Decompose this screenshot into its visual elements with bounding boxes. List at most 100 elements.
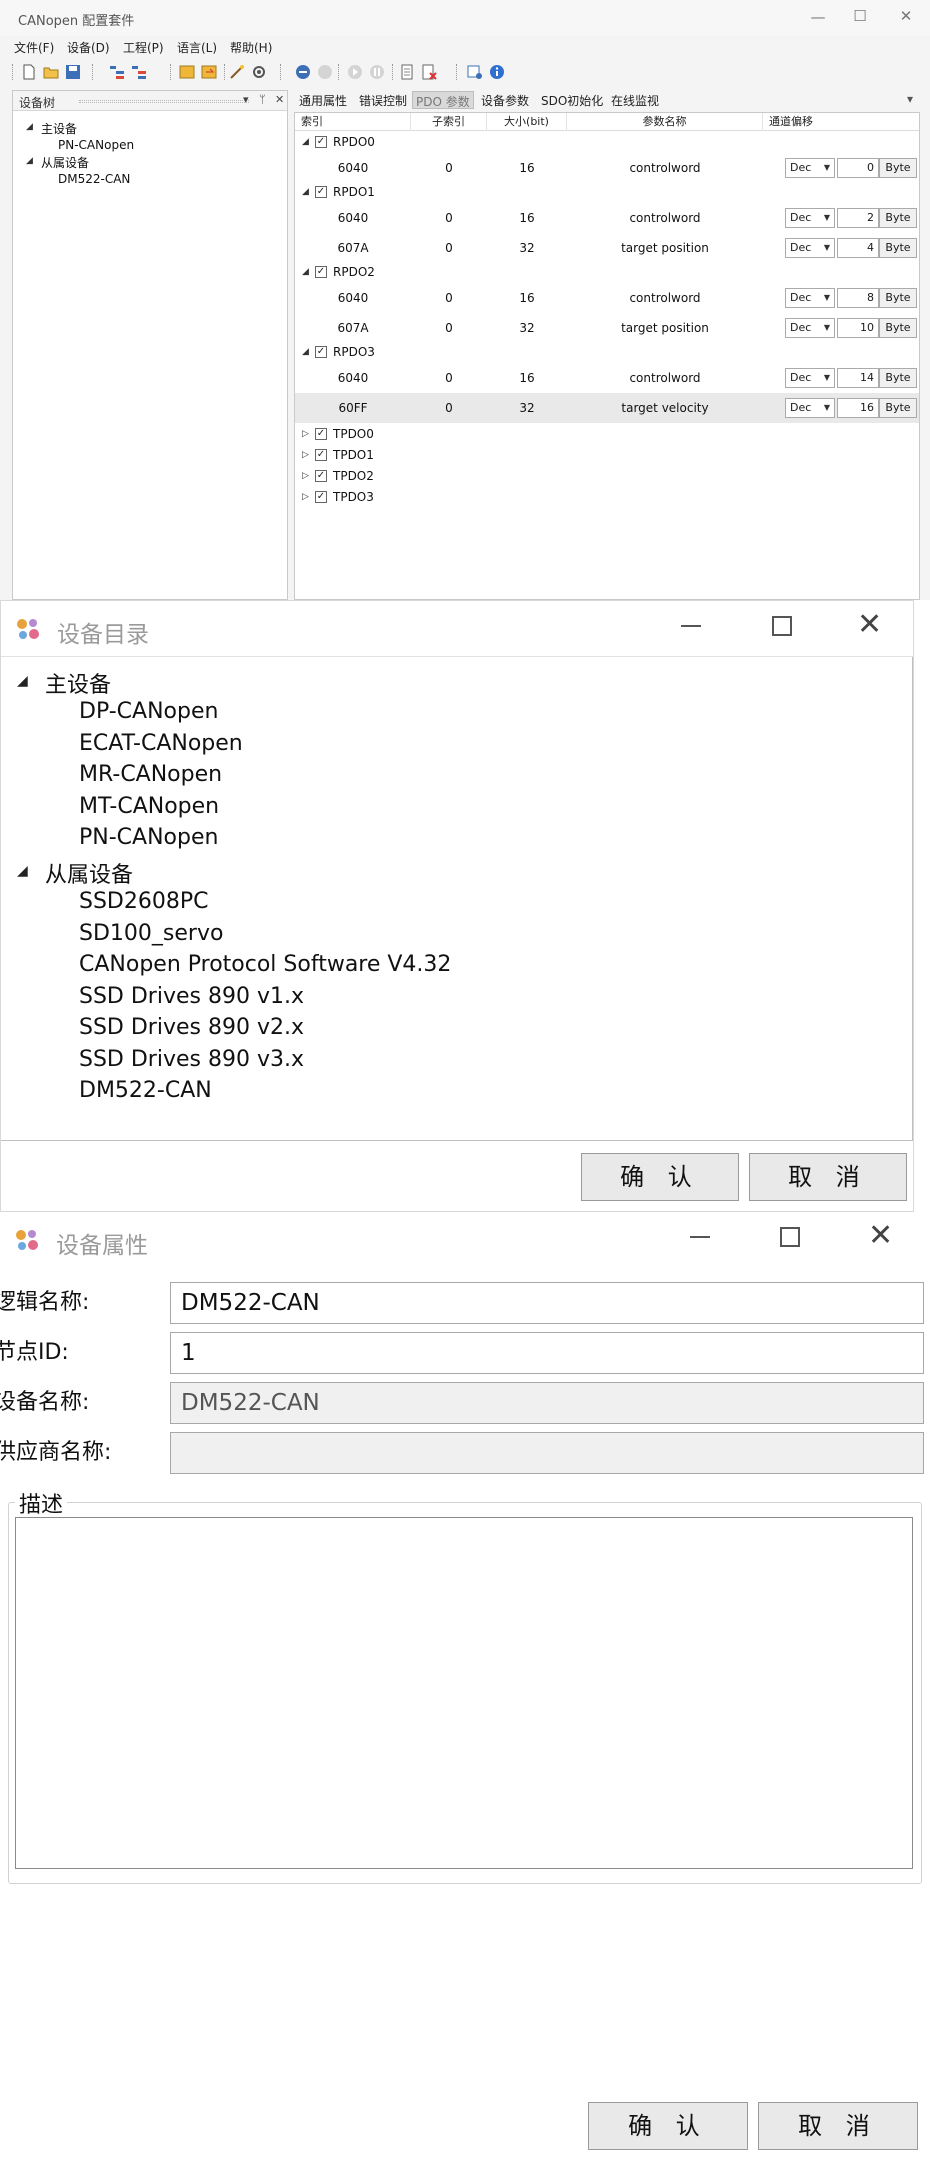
catalog-item[interactable]: SD100_servo	[79, 921, 223, 946]
tree-expand-icon[interactable]	[108, 63, 126, 81]
expand-triangle-icon[interactable]: ◢	[302, 137, 309, 147]
rpdo0-checkbox[interactable]: ✓	[315, 136, 327, 148]
table-row[interactable]: 607A 0 32 target position Dec ▼ 4 Byte	[295, 233, 919, 263]
panel-grip[interactable]	[79, 100, 249, 103]
expand-triangle-icon[interactable]: ◢	[302, 267, 309, 277]
menu-device[interactable]: 设备(D)	[67, 39, 110, 56]
offset-input[interactable]: 4	[837, 238, 879, 258]
pause-icon[interactable]	[368, 63, 386, 81]
format-select[interactable]: Dec ▼	[785, 288, 835, 308]
description-textarea[interactable]	[15, 1517, 913, 1869]
rpdo2-checkbox[interactable]: ✓	[315, 266, 327, 278]
logic-name-input[interactable]: DM522-CAN	[170, 1282, 924, 1324]
tpdo3-checkbox[interactable]: ✓	[315, 491, 327, 503]
format-select[interactable]: Dec ▼	[785, 368, 835, 388]
catalog-item[interactable]: PN-CANopen	[79, 825, 218, 850]
close-button[interactable]: ✕	[857, 610, 882, 640]
rpdo3-checkbox[interactable]: ✓	[315, 346, 327, 358]
menu-project[interactable]: 工程(P)	[123, 39, 164, 56]
tab-general[interactable]: 通用属性	[296, 91, 350, 109]
table-row[interactable]: 607A 0 32 target position Dec ▼ 10 Byte	[295, 313, 919, 343]
minimize-button[interactable]: —	[806, 7, 830, 27]
pin-icon[interactable]: ᛘ	[259, 93, 266, 106]
maximize-button[interactable]	[780, 1227, 800, 1247]
table-row[interactable]: 6040 0 16 controlword Dec ▼ 8 Byte	[295, 283, 919, 313]
expand-triangle-icon[interactable]: ◢	[17, 863, 28, 879]
catalog-item-selected[interactable]: DM522-CAN	[79, 1078, 212, 1103]
panel-dropdown-icon[interactable]: ▾	[243, 93, 249, 106]
offset-input[interactable]: 8	[837, 288, 879, 308]
expand-triangle-icon[interactable]: ◢	[26, 122, 33, 132]
menu-help[interactable]: 帮助(H)	[230, 39, 272, 56]
tab-sdo-init[interactable]: SDO初始化	[538, 91, 606, 109]
expand-triangle-icon[interactable]: ◢	[26, 156, 33, 166]
monitor-icon[interactable]	[466, 63, 484, 81]
format-select[interactable]: Dec ▼	[785, 318, 835, 338]
document-icon[interactable]	[398, 63, 416, 81]
table-row[interactable]: 6040 0 16 controlword Dec ▼ 0 Byte	[295, 153, 919, 183]
col-subindex[interactable]: 子索引	[411, 113, 487, 131]
tree-item-pn-canopen[interactable]: PN-CANopen	[58, 138, 134, 152]
offset-input[interactable]: 16	[837, 398, 879, 418]
settings-gear-icon[interactable]	[250, 63, 268, 81]
col-channel-offset[interactable]: 通道偏移	[763, 113, 919, 131]
node-id-input[interactable]: 1	[170, 1332, 924, 1374]
tree-item-dm522-can[interactable]: DM522-CAN	[58, 172, 130, 186]
open-folder-icon[interactable]	[42, 63, 60, 81]
catalog-item[interactable]: MR-CANopen	[79, 762, 222, 787]
tpdo2-checkbox[interactable]: ✓	[315, 470, 327, 482]
expand-triangle-icon[interactable]: ◢	[17, 673, 28, 689]
catalog-group-slave[interactable]: 从属设备	[45, 857, 133, 889]
catalog-item[interactable]: DP-CANopen	[79, 699, 218, 724]
tree-item-slave[interactable]: 从属设备	[41, 154, 89, 171]
save-icon[interactable]	[64, 63, 82, 81]
catalog-item[interactable]: MT-CANopen	[79, 794, 219, 819]
expand-triangle-icon[interactable]: ◢	[302, 347, 309, 357]
new-file-icon[interactable]	[20, 63, 38, 81]
catalog-group-master[interactable]: 主设备	[45, 667, 111, 699]
table-row[interactable]: 6040 0 16 controlword Dec ▼ 2 Byte	[295, 203, 919, 233]
collapsed-triangle-icon[interactable]: ▷	[302, 492, 309, 502]
panel-close-icon[interactable]: ✕	[275, 93, 284, 106]
catalog-cancel-button[interactable]: 取 消	[749, 1153, 907, 1201]
collapsed-triangle-icon[interactable]: ▷	[302, 450, 309, 460]
tab-error-control[interactable]: 错误控制	[356, 91, 410, 109]
tree-item-master[interactable]: 主设备	[41, 120, 77, 137]
catalog-item[interactable]: SSD2608PC	[79, 889, 209, 914]
maximize-button[interactable]	[772, 616, 792, 636]
offset-input[interactable]: 10	[837, 318, 879, 338]
disconnect-icon[interactable]	[316, 63, 334, 81]
maximize-button[interactable]: ☐	[848, 6, 872, 26]
format-select[interactable]: Dec ▼	[785, 208, 835, 228]
menu-file[interactable]: 文件(F)	[14, 39, 54, 56]
tree-collapse-icon[interactable]	[130, 63, 148, 81]
expand-triangle-icon[interactable]: ◢	[302, 187, 309, 197]
start-icon[interactable]	[346, 63, 364, 81]
format-select[interactable]: Dec ▼	[785, 398, 835, 418]
catalog-item[interactable]: CANopen Protocol Software V4.32	[79, 952, 451, 977]
wand-icon[interactable]	[228, 63, 246, 81]
minimize-button[interactable]	[690, 1236, 710, 1238]
catalog-item[interactable]: ECAT-CANopen	[79, 731, 243, 756]
export-icon[interactable]	[200, 63, 218, 81]
catalog-item[interactable]: SSD Drives 890 v2.x	[79, 1015, 304, 1040]
info-icon[interactable]	[488, 63, 506, 81]
minimize-button[interactable]	[681, 625, 701, 627]
import-icon[interactable]	[178, 63, 196, 81]
delete-doc-icon[interactable]	[420, 63, 438, 81]
connect-icon[interactable]	[294, 63, 312, 81]
tpdo1-checkbox[interactable]: ✓	[315, 449, 327, 461]
offset-input[interactable]: 0	[837, 158, 879, 178]
col-index[interactable]: 索引	[295, 113, 411, 131]
properties-ok-button[interactable]: 确 认	[588, 2102, 748, 2150]
offset-input[interactable]: 14	[837, 368, 879, 388]
collapsed-triangle-icon[interactable]: ▷	[302, 471, 309, 481]
properties-cancel-button[interactable]: 取 消	[758, 2102, 918, 2150]
close-button[interactable]: ✕	[894, 6, 918, 26]
col-param-name[interactable]: 参数名称	[567, 113, 763, 131]
col-size[interactable]: 大小(bit)	[487, 113, 567, 131]
format-select[interactable]: Dec ▼	[785, 238, 835, 258]
catalog-item[interactable]: SSD Drives 890 v1.x	[79, 984, 304, 1009]
tab-pdo-params[interactable]: PDO 参数	[412, 91, 474, 109]
offset-input[interactable]: 2	[837, 208, 879, 228]
